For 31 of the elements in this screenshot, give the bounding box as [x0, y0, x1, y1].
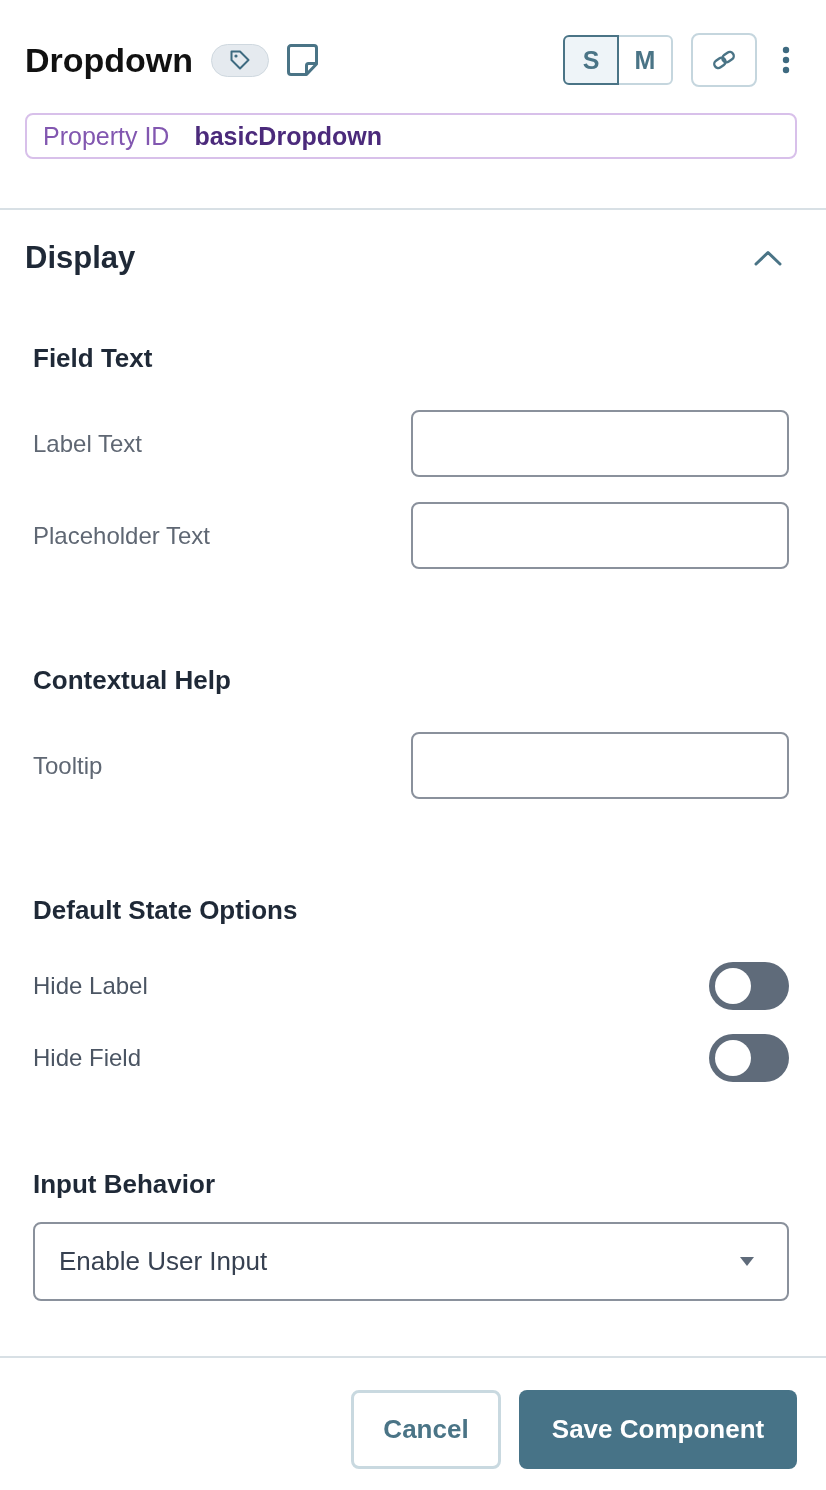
field-label: Tooltip	[33, 750, 103, 781]
input-field[interactable]	[411, 732, 789, 799]
group-title: Contextual Help	[33, 664, 231, 696]
group-title: Field Text	[33, 342, 153, 374]
group-title: Default State Options	[33, 894, 298, 926]
chevron-up-icon[interactable]	[754, 250, 782, 266]
field-label: Placeholder Text	[33, 520, 210, 551]
tag-button[interactable]	[211, 43, 270, 77]
size-option-tab[interactable]: S	[563, 35, 619, 85]
caret-icon	[740, 1257, 754, 1266]
input-field[interactable]	[411, 502, 789, 569]
input-field[interactable]	[411, 410, 789, 477]
tag-icon	[229, 49, 252, 71]
section-title: Display	[25, 240, 136, 276]
link-button[interactable]	[691, 33, 757, 87]
toggle-switch[interactable]	[709, 1034, 789, 1082]
more-options-icon[interactable]	[782, 46, 790, 74]
link-icon	[711, 50, 737, 70]
field-label: Label Text	[33, 428, 142, 459]
save-button[interactable]: Save Component	[519, 1390, 797, 1469]
property-id-value: basicDropdown	[194, 121, 382, 151]
component-title: Dropdown	[25, 40, 194, 80]
cancel-button[interactable]: Cancel	[351, 1390, 501, 1469]
property-id-label: Property ID	[43, 121, 170, 151]
toggle-switch[interactable]	[709, 962, 789, 1010]
note-icon[interactable]	[287, 44, 319, 76]
toggle-label: Hide Label	[33, 971, 148, 1001]
size-option-tab[interactable]: M	[617, 35, 673, 85]
toggle-label: Hide Field	[33, 1043, 142, 1073]
group-title: Input Behavior	[33, 1168, 215, 1200]
dropdown-select[interactable]: Enable User Input	[33, 1222, 789, 1301]
